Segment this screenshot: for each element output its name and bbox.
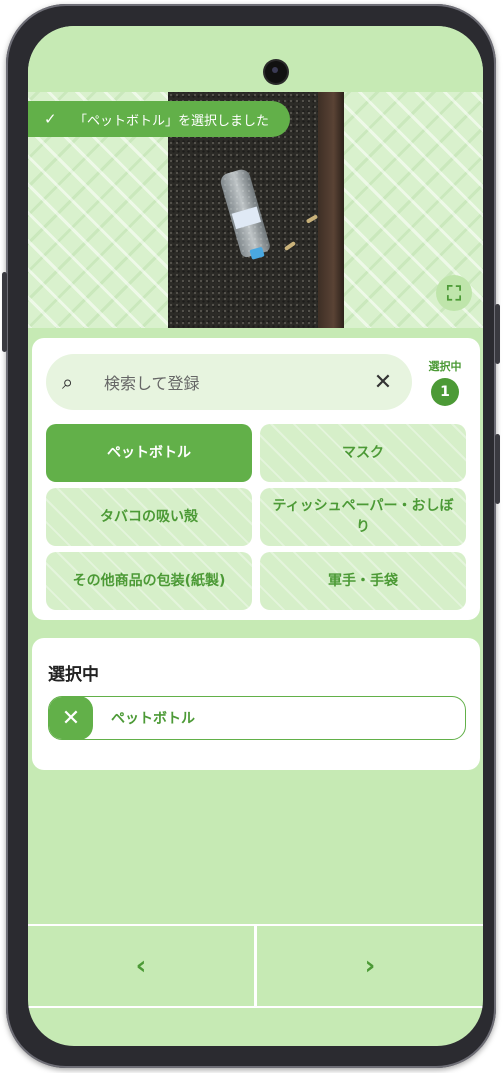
- clear-icon[interactable]: ✕: [370, 370, 396, 395]
- power-button: [495, 434, 500, 504]
- selection-counter-label: 選択中: [428, 360, 462, 373]
- toast-text: 「ペットボトル」を選択しました: [74, 113, 270, 129]
- category-chip-paper-packaging[interactable]: その他商品の包装(紙製): [46, 552, 252, 610]
- fullscreen-button[interactable]: ⛶: [436, 275, 472, 311]
- remove-item-button[interactable]: ✕: [49, 697, 93, 739]
- status-bar: [28, 26, 483, 92]
- selection-toast: ✓ 「ペットボトル」を選択しました: [28, 101, 290, 137]
- category-chip-gloves[interactable]: 軍手・手袋: [260, 552, 466, 610]
- category-chip-cigarette-butt[interactable]: タバコの吸い殻: [46, 488, 252, 546]
- volume-up-button: [495, 304, 500, 364]
- wall-edge: [318, 92, 344, 328]
- selection-count-badge: 1: [431, 378, 459, 406]
- category-chip-pet-bottle[interactable]: ペットボトル: [46, 424, 252, 482]
- volume-button: [2, 272, 7, 352]
- category-chip-tissue[interactable]: ティッシュペーパー・おしぼり: [260, 488, 466, 546]
- chevron-right-icon: ›: [364, 951, 376, 981]
- selected-item-label: ペットボトル: [111, 711, 195, 727]
- phone-frame: ✓ 「ペットボトル」を選択しました ⛶ ⌕ 検索して登録 ✕ 選択中 1 ペット…: [2, 4, 500, 1068]
- selected-items-title: 選択中: [48, 665, 99, 685]
- divider-band: [28, 328, 483, 338]
- search-field[interactable]: ⌕ 検索して登録 ✕: [46, 354, 412, 410]
- search-input[interactable]: 検索して登録: [104, 370, 370, 394]
- app-screen: ✓ 「ペットボトル」を選択しました ⛶ ⌕ 検索して登録 ✕ 選択中 1 ペット…: [28, 26, 483, 1046]
- chevron-left-icon: ‹: [135, 951, 147, 981]
- selected-items-card: 選択中 ✕ ペットボトル: [32, 638, 480, 770]
- search-icon: ⌕: [62, 370, 74, 394]
- previous-button[interactable]: ‹: [28, 926, 254, 1006]
- fullscreen-icon: ⛶: [447, 281, 461, 305]
- selected-item: ✕ ペットボトル: [48, 696, 466, 740]
- bottom-navigation: ‹ ›: [28, 924, 483, 1008]
- category-card: ⌕ 検索して登録 ✕ 選択中 1 ペットボトル マスク タバコの吸い殻 ティッシ…: [32, 338, 480, 620]
- selection-counter: 選択中 1: [420, 358, 470, 406]
- next-button[interactable]: ›: [257, 926, 483, 1006]
- close-icon: ✕: [61, 705, 81, 731]
- category-grid: ペットボトル マスク タバコの吸い殻 ティッシュペーパー・おしぼり その他商品の…: [46, 424, 466, 610]
- bottle-label: [231, 206, 262, 230]
- category-chip-mask[interactable]: マスク: [260, 424, 466, 482]
- front-camera: [265, 61, 287, 83]
- check-icon: ✓: [44, 110, 57, 128]
